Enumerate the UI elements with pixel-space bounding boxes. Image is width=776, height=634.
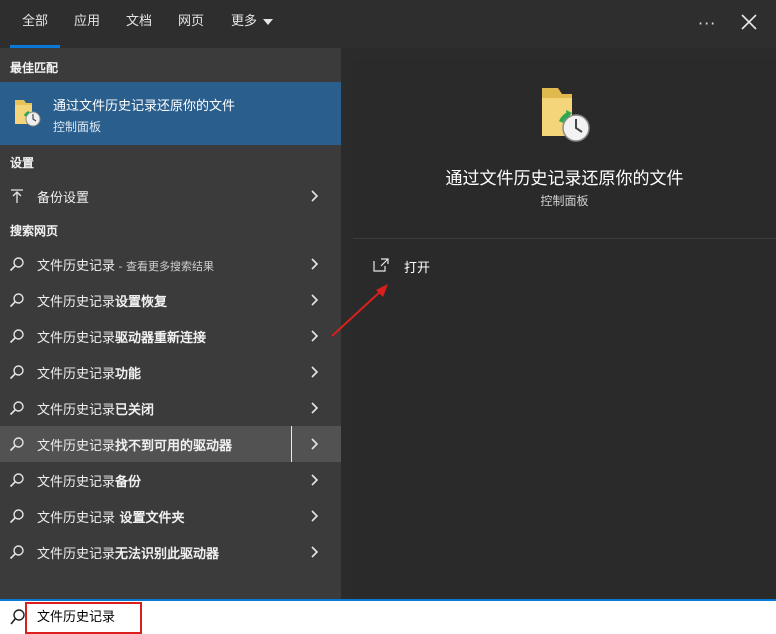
web-result-base: 文件历史记录 <box>37 331 116 346</box>
web-result-label: 文件历史记录驱动器重新连接 <box>37 327 206 346</box>
web-result-item[interactable]: 文件历史记录设置恢复 <box>0 282 341 318</box>
web-result-item[interactable]: 文件历史记录功能 <box>0 354 341 390</box>
chevron-right-icon[interactable] <box>309 294 321 306</box>
web-result-label: 文件历史记录功能 <box>37 363 141 382</box>
best-match-subtitle: 控制面板 <box>53 120 102 134</box>
search-icon <box>9 509 24 524</box>
settings-item-label: 备份设置 <box>37 191 90 206</box>
search-icon <box>9 293 24 308</box>
web-result-label: 文件历史记录找不到可用的驱动器 <box>37 435 232 454</box>
web-result-base: 文件历史记录 <box>37 295 116 310</box>
web-result-item[interactable]: 文件历史记录 设置文件夹 <box>0 498 341 534</box>
web-result-base: 文件历史记录 <box>37 259 116 274</box>
section-web: 搜索网页 <box>10 224 59 238</box>
chevron-right-icon[interactable] <box>309 366 321 378</box>
search-icon <box>10 609 25 625</box>
web-result-bold: 设置恢复 <box>115 295 168 310</box>
preview-divider <box>353 238 776 239</box>
search-icon <box>9 329 24 344</box>
chevron-right-icon[interactable] <box>309 190 321 202</box>
web-result-bold: 驱动器重新连接 <box>115 331 207 346</box>
chevron-right-icon[interactable] <box>309 510 321 522</box>
tab-more[interactable]: 更多 <box>231 0 274 48</box>
more-options-icon[interactable]: ··· <box>698 14 716 33</box>
caret-down-icon <box>263 18 274 25</box>
web-result-bold: 找不到可用的驱动器 <box>115 439 233 454</box>
chevron-right-icon[interactable] <box>309 546 321 558</box>
settings-item-backup[interactable]: 备份设置 <box>0 178 341 214</box>
web-result-base: 文件历史记录 <box>37 439 116 454</box>
web-result-bold: 已关闭 <box>115 403 155 418</box>
web-result-item[interactable]: 文件历史记录已关闭 <box>0 390 341 426</box>
open-external-icon <box>373 258 389 272</box>
best-match-title: 通过文件历史记录还原你的文件 <box>53 99 236 114</box>
search-input[interactable] <box>37 608 137 623</box>
web-result-item[interactable]: 文件历史记录驱动器重新连接 <box>0 318 341 354</box>
web-result-bold: 功能 <box>115 367 142 382</box>
search-icon <box>9 257 24 272</box>
web-result-label: 文件历史记录 - 查看更多搜索结果 <box>37 255 214 274</box>
tab-more-label: 更多 <box>231 14 258 29</box>
web-result-item[interactable]: 文件历史记录无法识别此驱动器 <box>0 534 341 570</box>
web-result-base: 文件历史记录 <box>37 403 116 418</box>
web-result-hint: - 查看更多搜索结果 <box>115 260 214 273</box>
web-result-item[interactable]: 文件历史记录备份 <box>0 462 341 498</box>
search-bar <box>0 599 776 634</box>
chevron-right-icon[interactable] <box>309 474 321 486</box>
web-result-bold: 设置文件夹 <box>115 511 185 526</box>
close-icon[interactable] <box>740 13 758 31</box>
search-highlight-box <box>25 602 142 634</box>
web-result-label: 文件历史记录已关闭 <box>37 399 154 418</box>
tab-apps[interactable]: 应用 <box>74 0 100 48</box>
folder-history-icon <box>542 88 590 142</box>
preview-pane: 通过文件历史记录还原你的文件 控制面板 打开 <box>353 60 776 599</box>
chevron-right-icon[interactable] <box>309 402 321 414</box>
tab-all[interactable]: 全部 <box>9 0 61 48</box>
web-result-label: 文件历史记录 设置文件夹 <box>37 507 185 526</box>
web-result-item[interactable]: 文件历史记录找不到可用的驱动器 <box>0 426 341 462</box>
web-result-label: 文件历史记录无法识别此驱动器 <box>37 543 219 562</box>
section-best-match: 最佳匹配 <box>10 61 59 75</box>
search-icon <box>9 437 24 452</box>
results-pane: 最佳匹配 通过文件历史记录还原你的文件 控制面板 设置 备份设置 搜索网页 文件… <box>0 48 341 599</box>
search-icon <box>9 401 24 416</box>
search-icon <box>9 473 24 488</box>
web-result-bold: 无法识别此驱动器 <box>115 547 220 562</box>
tab-web[interactable]: 网页 <box>178 0 204 48</box>
search-icon <box>9 545 24 560</box>
section-settings: 设置 <box>10 156 35 170</box>
preview-subtitle: 控制面板 <box>540 194 589 208</box>
web-result-base: 文件历史记录 <box>37 547 116 562</box>
open-action-label: 打开 <box>404 261 431 276</box>
chevron-right-icon[interactable] <box>309 438 321 450</box>
web-result-base: 文件历史记录 <box>37 367 116 382</box>
web-result-base: 文件历史记录 <box>37 475 116 490</box>
web-result-label: 文件历史记录设置恢复 <box>37 291 167 310</box>
search-icon <box>9 365 24 380</box>
web-result-item[interactable]: 文件历史记录 - 查看更多搜索结果 <box>0 246 341 282</box>
web-result-base: 文件历史记录 <box>37 511 116 526</box>
top-tab-bar: 全部 应用 文档 网页 更多 ··· <box>0 0 776 48</box>
upload-arrow-icon <box>11 189 23 203</box>
best-match-item[interactable]: 通过文件历史记录还原你的文件 控制面板 <box>0 82 341 145</box>
row-split-divider <box>291 426 292 462</box>
chevron-right-icon[interactable] <box>309 330 321 342</box>
folder-history-icon <box>15 100 41 127</box>
web-result-bold: 备份 <box>115 475 142 490</box>
preview-title: 通过文件历史记录还原你的文件 <box>445 169 684 189</box>
chevron-right-icon[interactable] <box>309 258 321 270</box>
tab-documents[interactable]: 文档 <box>126 0 152 48</box>
web-result-label: 文件历史记录备份 <box>37 471 141 490</box>
